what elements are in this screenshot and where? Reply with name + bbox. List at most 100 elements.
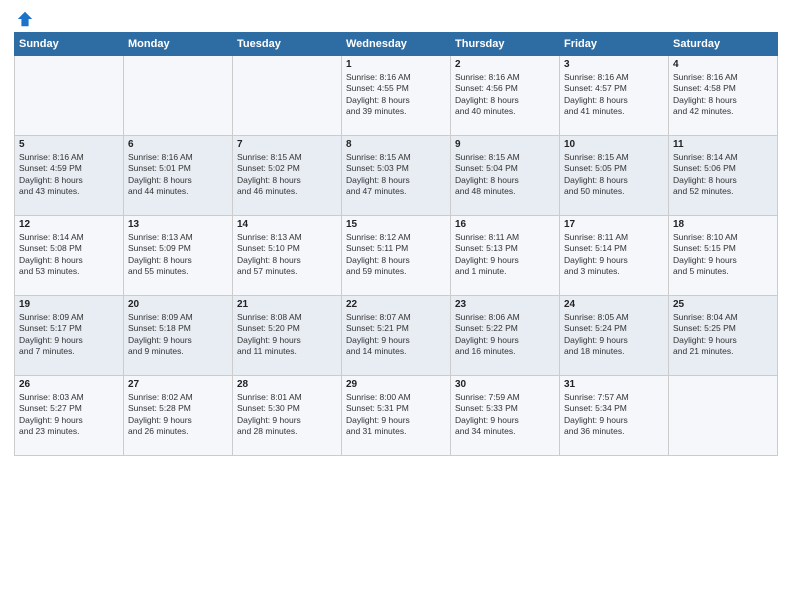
- day-info: Sunrise: 8:16 AM Sunset: 5:01 PM Dayligh…: [128, 152, 228, 198]
- calendar-cell: 11 Sunrise: 8:14 AM Sunset: 5:06 PM Dayli…: [669, 136, 778, 216]
- calendar-week-row: 26 Sunrise: 8:03 AM Sunset: 5:27 PM Dayli…: [15, 376, 778, 456]
- day-info: Sunrise: 8:08 AM Sunset: 5:20 PM Dayligh…: [237, 312, 337, 358]
- calendar-cell: 9 Sunrise: 8:15 AM Sunset: 5:04 PM Daylig…: [451, 136, 560, 216]
- day-info: Sunrise: 8:09 AM Sunset: 5:17 PM Dayligh…: [19, 312, 119, 358]
- day-info: Sunrise: 8:09 AM Sunset: 5:18 PM Dayligh…: [128, 312, 228, 358]
- calendar-cell: 15 Sunrise: 8:12 AM Sunset: 5:11 PM Dayli…: [342, 216, 451, 296]
- day-number: 30: [455, 379, 555, 390]
- day-number: 4: [673, 59, 773, 70]
- day-number: 31: [564, 379, 664, 390]
- calendar-cell: 1Sunrise: 8:16 AM Sunset: 4:55 PM Daylig…: [342, 56, 451, 136]
- day-number: 7: [237, 139, 337, 150]
- day-number: 23: [455, 299, 555, 310]
- day-info: Sunrise: 8:03 AM Sunset: 5:27 PM Dayligh…: [19, 392, 119, 438]
- day-number: 24: [564, 299, 664, 310]
- calendar-week-row: 12 Sunrise: 8:14 AM Sunset: 5:08 PM Dayli…: [15, 216, 778, 296]
- day-number: 28: [237, 379, 337, 390]
- day-info: Sunrise: 8:14 AM Sunset: 5:06 PM Dayligh…: [673, 152, 773, 198]
- calendar-cell: [669, 376, 778, 456]
- day-number: 15: [346, 219, 446, 230]
- calendar-cell: 29Sunrise: 8:00 AM Sunset: 5:31 PM Dayli…: [342, 376, 451, 456]
- calendar-week-row: 1Sunrise: 8:16 AM Sunset: 4:55 PM Daylig…: [15, 56, 778, 136]
- calendar-cell: 8 Sunrise: 8:15 AM Sunset: 5:03 PM Daylig…: [342, 136, 451, 216]
- day-info: Sunrise: 8:16 AM Sunset: 4:57 PM Dayligh…: [564, 72, 664, 118]
- day-info: Sunrise: 8:13 AM Sunset: 5:09 PM Dayligh…: [128, 232, 228, 278]
- day-info: Sunrise: 7:59 AM Sunset: 5:33 PM Dayligh…: [455, 392, 555, 438]
- day-number: 21: [237, 299, 337, 310]
- day-info: Sunrise: 8:04 AM Sunset: 5:25 PM Dayligh…: [673, 312, 773, 358]
- day-number: 12: [19, 219, 119, 230]
- calendar-cell: 31 Sunrise: 7:57 AM Sunset: 5:34 PM Dayli…: [560, 376, 669, 456]
- day-header-tuesday: Tuesday: [233, 33, 342, 56]
- day-number: 3: [564, 59, 664, 70]
- calendar-cell: 20Sunrise: 8:09 AM Sunset: 5:18 PM Dayli…: [124, 296, 233, 376]
- calendar-cell: 14Sunrise: 8:13 AM Sunset: 5:10 PM Dayli…: [233, 216, 342, 296]
- day-number: 16: [455, 219, 555, 230]
- day-number: 26: [19, 379, 119, 390]
- day-number: 5: [19, 139, 119, 150]
- day-number: 10: [564, 139, 664, 150]
- day-info: Sunrise: 8:16 AM Sunset: 4:59 PM Dayligh…: [19, 152, 119, 198]
- logo: [14, 10, 34, 24]
- day-info: Sunrise: 8:01 AM Sunset: 5:30 PM Dayligh…: [237, 392, 337, 438]
- calendar-cell: 22 Sunrise: 8:07 AM Sunset: 5:21 PM Dayli…: [342, 296, 451, 376]
- calendar-week-row: 19 Sunrise: 8:09 AM Sunset: 5:17 PM Dayli…: [15, 296, 778, 376]
- calendar-cell: 4 Sunrise: 8:16 AM Sunset: 4:58 PM Daylig…: [669, 56, 778, 136]
- calendar-cell: 16Sunrise: 8:11 AM Sunset: 5:13 PM Dayli…: [451, 216, 560, 296]
- day-number: 9: [455, 139, 555, 150]
- calendar-cell: 19 Sunrise: 8:09 AM Sunset: 5:17 PM Dayli…: [15, 296, 124, 376]
- calendar-cell: [233, 56, 342, 136]
- day-info: Sunrise: 8:16 AM Sunset: 4:56 PM Dayligh…: [455, 72, 555, 118]
- calendar-cell: 25Sunrise: 8:04 AM Sunset: 5:25 PM Dayli…: [669, 296, 778, 376]
- calendar-cell: [124, 56, 233, 136]
- day-info: Sunrise: 8:15 AM Sunset: 5:04 PM Dayligh…: [455, 152, 555, 198]
- day-header-wednesday: Wednesday: [342, 33, 451, 56]
- calendar-cell: 10Sunrise: 8:15 AM Sunset: 5:05 PM Dayli…: [560, 136, 669, 216]
- day-info: Sunrise: 8:12 AM Sunset: 5:11 PM Dayligh…: [346, 232, 446, 278]
- calendar-week-row: 5 Sunrise: 8:16 AM Sunset: 4:59 PM Daylig…: [15, 136, 778, 216]
- day-number: 11: [673, 139, 773, 150]
- calendar-cell: 7 Sunrise: 8:15 AM Sunset: 5:02 PM Daylig…: [233, 136, 342, 216]
- day-number: 8: [346, 139, 446, 150]
- day-number: 14: [237, 219, 337, 230]
- day-info: Sunrise: 8:11 AM Sunset: 5:14 PM Dayligh…: [564, 232, 664, 278]
- day-header-thursday: Thursday: [451, 33, 560, 56]
- day-info: Sunrise: 8:06 AM Sunset: 5:22 PM Dayligh…: [455, 312, 555, 358]
- day-info: Sunrise: 8:10 AM Sunset: 5:15 PM Dayligh…: [673, 232, 773, 278]
- day-info: Sunrise: 8:07 AM Sunset: 5:21 PM Dayligh…: [346, 312, 446, 358]
- day-info: Sunrise: 8:05 AM Sunset: 5:24 PM Dayligh…: [564, 312, 664, 358]
- calendar-cell: [15, 56, 124, 136]
- calendar-cell: 30 Sunrise: 7:59 AM Sunset: 5:33 PM Dayli…: [451, 376, 560, 456]
- day-number: 17: [564, 219, 664, 230]
- calendar-cell: 17 Sunrise: 8:11 AM Sunset: 5:14 PM Dayli…: [560, 216, 669, 296]
- calendar-cell: 23 Sunrise: 8:06 AM Sunset: 5:22 PM Dayli…: [451, 296, 560, 376]
- day-info: Sunrise: 8:16 AM Sunset: 4:58 PM Dayligh…: [673, 72, 773, 118]
- logo-icon: [16, 10, 34, 28]
- calendar-table: SundayMondayTuesdayWednesdayThursdayFrid…: [14, 32, 778, 456]
- day-number: 22: [346, 299, 446, 310]
- calendar-header-row: SundayMondayTuesdayWednesdayThursdayFrid…: [15, 33, 778, 56]
- day-header-friday: Friday: [560, 33, 669, 56]
- page: SundayMondayTuesdayWednesdayThursdayFrid…: [0, 0, 792, 612]
- day-number: 2: [455, 59, 555, 70]
- calendar-cell: 21 Sunrise: 8:08 AM Sunset: 5:20 PM Dayli…: [233, 296, 342, 376]
- calendar-cell: 18 Sunrise: 8:10 AM Sunset: 5:15 PM Dayli…: [669, 216, 778, 296]
- calendar-cell: 26 Sunrise: 8:03 AM Sunset: 5:27 PM Dayli…: [15, 376, 124, 456]
- day-number: 27: [128, 379, 228, 390]
- calendar-cell: 28 Sunrise: 8:01 AM Sunset: 5:30 PM Dayli…: [233, 376, 342, 456]
- day-header-saturday: Saturday: [669, 33, 778, 56]
- calendar-cell: 13Sunrise: 8:13 AM Sunset: 5:09 PM Dayli…: [124, 216, 233, 296]
- day-info: Sunrise: 8:14 AM Sunset: 5:08 PM Dayligh…: [19, 232, 119, 278]
- day-number: 6: [128, 139, 228, 150]
- day-info: Sunrise: 8:15 AM Sunset: 5:03 PM Dayligh…: [346, 152, 446, 198]
- day-header-monday: Monday: [124, 33, 233, 56]
- calendar-cell: 27 Sunrise: 8:02 AM Sunset: 5:28 PM Dayli…: [124, 376, 233, 456]
- day-info: Sunrise: 8:15 AM Sunset: 5:02 PM Dayligh…: [237, 152, 337, 198]
- calendar-cell: 12 Sunrise: 8:14 AM Sunset: 5:08 PM Dayli…: [15, 216, 124, 296]
- calendar-body: 1Sunrise: 8:16 AM Sunset: 4:55 PM Daylig…: [15, 56, 778, 456]
- day-number: 18: [673, 219, 773, 230]
- calendar-cell: 5 Sunrise: 8:16 AM Sunset: 4:59 PM Daylig…: [15, 136, 124, 216]
- day-info: Sunrise: 7:57 AM Sunset: 5:34 PM Dayligh…: [564, 392, 664, 438]
- day-info: Sunrise: 8:02 AM Sunset: 5:28 PM Dayligh…: [128, 392, 228, 438]
- day-number: 19: [19, 299, 119, 310]
